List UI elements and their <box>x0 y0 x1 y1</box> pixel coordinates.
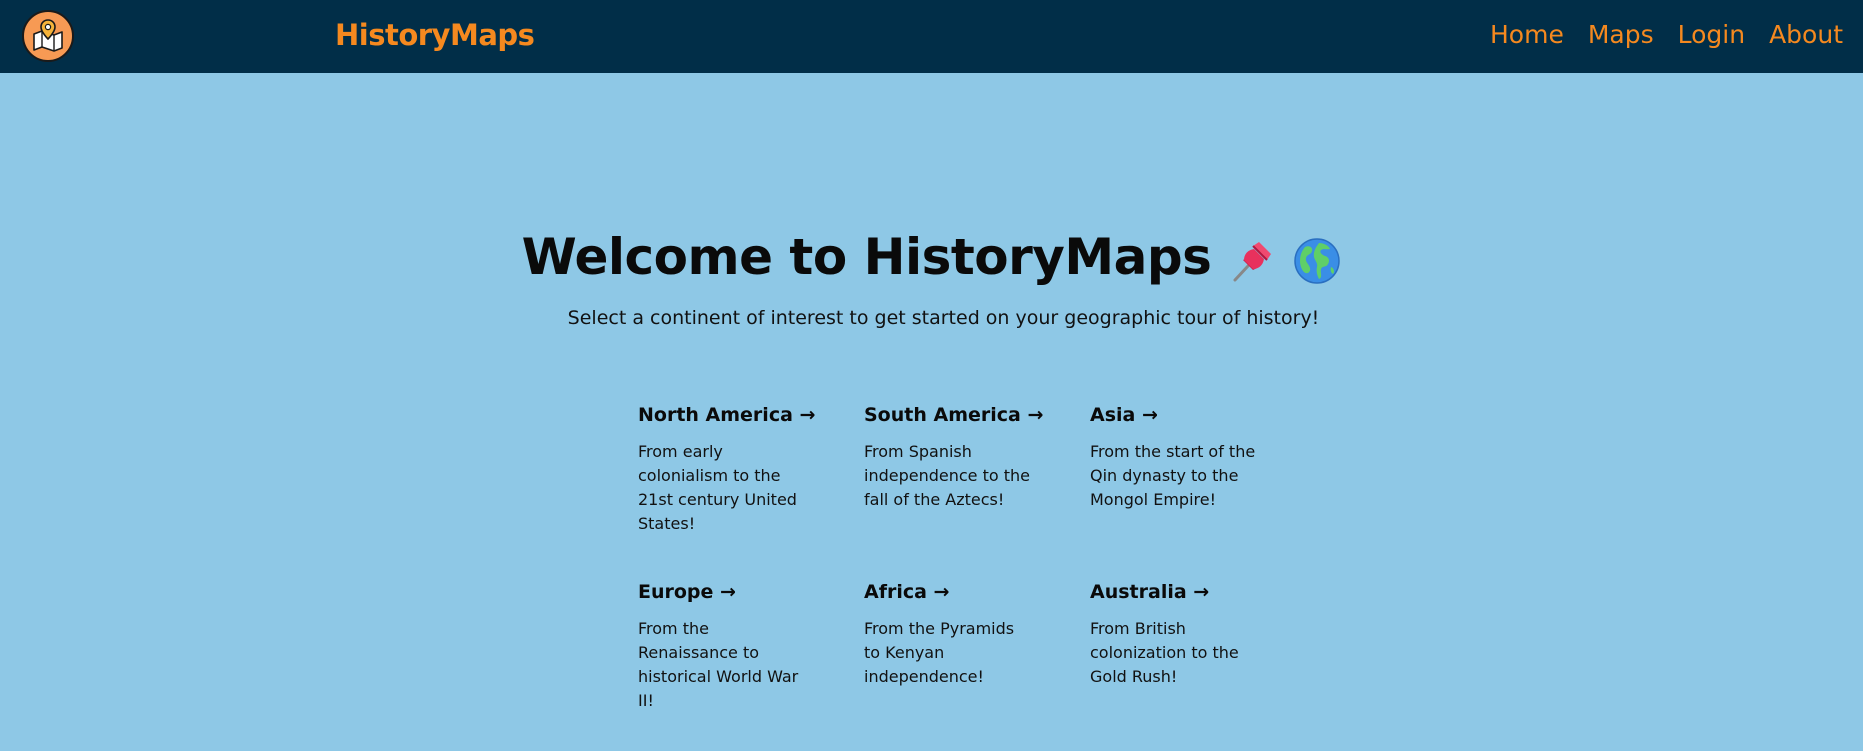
globe-icon <box>1293 237 1341 285</box>
nav-login[interactable]: Login <box>1678 20 1745 49</box>
continent-card-south-america[interactable]: South America → From Spanish independenc… <box>864 404 1043 536</box>
continent-card-australia[interactable]: Australia → From British colonization to… <box>1090 581 1260 713</box>
nav-links: Home Maps Login About <box>1490 20 1843 49</box>
card-title[interactable]: South America → <box>864 404 1043 426</box>
card-title[interactable]: Asia → <box>1090 404 1260 426</box>
continent-card-africa[interactable]: Africa → From the Pyramids to Kenyan ind… <box>864 581 1034 713</box>
card-description: From British colonization to the Gold Ru… <box>1090 619 1239 686</box>
page-subtitle: Select a continent of interest to get st… <box>567 307 1320 329</box>
page-title: Welcome to HistoryMaps <box>0 228 1863 286</box>
continent-card-north-america[interactable]: North America → From early colonialism t… <box>638 404 815 536</box>
continent-grid: North America → From early colonialism t… <box>638 404 1318 713</box>
brand-name[interactable]: HistoryMaps <box>335 18 535 52</box>
page-title-text: Welcome to HistoryMaps <box>521 228 1212 286</box>
continent-card-asia[interactable]: Asia → From the start of the Qin dynasty… <box>1090 404 1260 536</box>
card-description: From the Pyramids to Kenyan independence… <box>864 619 1015 686</box>
card-description: From early colonialism to the 21st centu… <box>638 442 797 533</box>
card-description: From the start of the Qin dynasty to the… <box>1090 442 1256 509</box>
card-title[interactable]: Europe → <box>638 581 808 603</box>
map-pin-icon <box>33 19 63 52</box>
card-title[interactable]: Africa → <box>864 581 1034 603</box>
card-description: From the Renaissance to historical World… <box>638 619 799 710</box>
continent-card-europe[interactable]: Europe → From the Renaissance to histori… <box>638 581 808 713</box>
logo[interactable] <box>22 10 74 62</box>
nav-maps[interactable]: Maps <box>1588 20 1654 49</box>
nav-about[interactable]: About <box>1769 20 1843 49</box>
navbar: HistoryMaps Home Maps Login About <box>0 0 1863 73</box>
card-title[interactable]: Australia → <box>1090 581 1260 603</box>
card-description: From Spanish independence to the fall of… <box>864 442 1030 509</box>
nav-home[interactable]: Home <box>1490 20 1564 49</box>
pushpin-icon <box>1227 236 1277 286</box>
card-title[interactable]: North America → <box>638 404 815 426</box>
